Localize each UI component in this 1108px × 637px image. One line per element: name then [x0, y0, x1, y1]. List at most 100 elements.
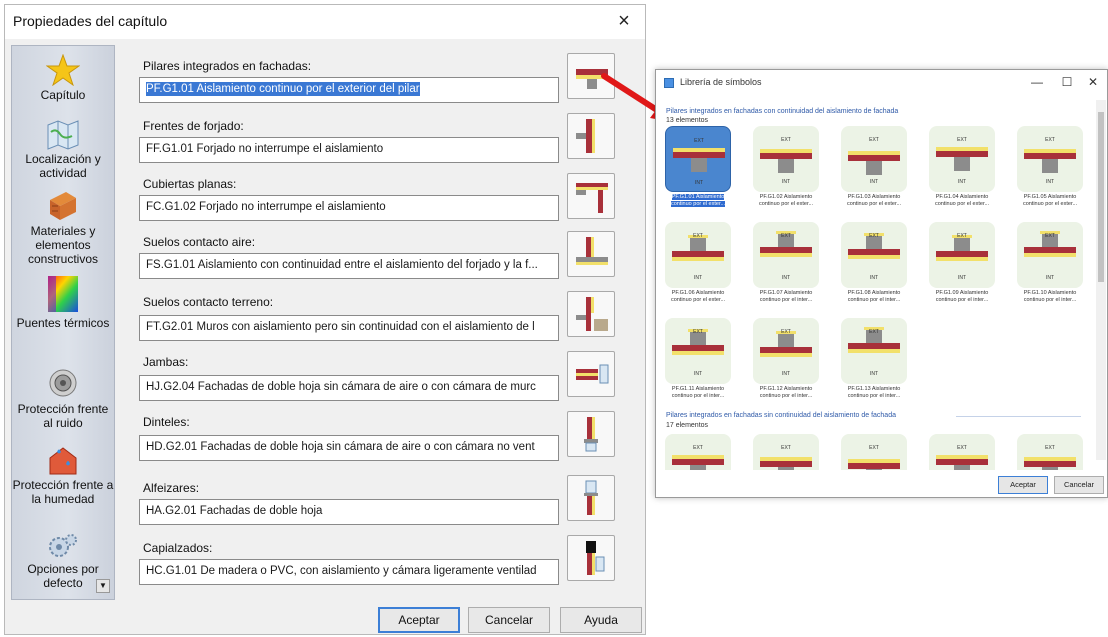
symbol-tile[interactable]: EXT INT PF.G1.08 Aislamiento continuo por e… — [838, 222, 910, 303]
symbol-tile[interactable]: EXT INT — [662, 434, 734, 470]
ok-button[interactable]: Aceptar — [378, 607, 460, 633]
field-dinteles[interactable]: HD.G2.01 Fachadas de doble hoja sin cáma… — [139, 435, 559, 461]
field-pilares[interactable]: PF.G1.01 Aislamiento continuo por el ext… — [139, 77, 559, 103]
svg-text:EXT: EXT — [694, 138, 704, 144]
symbol-tile[interactable]: EXT INT — [1014, 434, 1086, 470]
field-label-suelos-terreno: Suelos contacto terreno: — [143, 295, 274, 309]
symbol-tile[interactable]: EXT INT PF.G1.13 Aislamiento continuo por e… — [838, 318, 910, 399]
symbol-tile[interactable]: EXT INT PF.G1.11 Aislamiento continuo por e… — [662, 318, 734, 399]
svg-text:EXT: EXT — [869, 445, 879, 451]
symbol-label-line1: PF.G1.04 Aislamiento — [935, 194, 989, 200]
svg-text:EXT: EXT — [1045, 233, 1055, 239]
svg-text:INT: INT — [870, 179, 878, 185]
symbol-tile[interactable]: EXT INT PF.G1.04 Aislamiento continuo por e… — [926, 126, 998, 207]
library-cancel-button[interactable]: Cancelar — [1054, 476, 1104, 494]
field-label-jambas: Jambas: — [143, 355, 189, 369]
symbol-label: PF.G1.08 Aislamiento continuo por el inte… — [838, 290, 910, 303]
symbol-button-dinteles[interactable] — [567, 411, 615, 457]
roller-box-symbol-icon — [586, 541, 605, 575]
symbol-tile[interactable]: EXT INT — [750, 434, 822, 470]
symbol-button-alfeizares[interactable] — [567, 475, 615, 521]
sidebar-item-materiales[interactable]: Materiales y elementos constructivos — [12, 190, 114, 266]
symbol-tile[interactable]: EXT INT — [926, 434, 998, 470]
help-button[interactable]: Ayuda — [560, 607, 642, 633]
library-scrollbar[interactable] — [1096, 100, 1106, 460]
close-icon[interactable]: ✕ — [1083, 73, 1103, 91]
sidebar-item-label: Protección frente a la humedad — [12, 478, 114, 506]
symbol-label: PF.G1.04 Aislamiento continuo por el exte… — [926, 194, 998, 207]
sidebar-item-label: Puentes térmicos — [16, 316, 110, 330]
sidebar-item-puentes-termicos[interactable]: Puentes térmicos — [12, 274, 114, 330]
symbol-tile[interactable]: EXT INT PF.G1.07 Aislamiento continuo por e… — [750, 222, 822, 303]
symbol-label: PF.G1.06 Aislamiento continuo por el exte… — [662, 290, 734, 303]
symbol-thumbnail: EXT INT — [929, 434, 995, 470]
sidebar-item-localizacion[interactable]: Localización y actividad — [12, 120, 114, 180]
symbol-thumbnail: EXT INT — [929, 222, 995, 288]
cancel-button[interactable]: Cancelar — [468, 607, 550, 633]
field-label-alfeizares: Alfeizares: — [143, 481, 200, 495]
symbol-tile[interactable]: EXT INT — [838, 434, 910, 470]
bricks-icon — [50, 192, 76, 220]
field-suelos-terreno[interactable]: FT.G2.01 Muros con aislamiento pero sin … — [139, 315, 559, 341]
symbol-button-suelos-aire[interactable] — [567, 231, 615, 277]
symbol-label: PF.G1.11 Aislamiento continuo por el inte… — [662, 386, 734, 399]
symbol-tile[interactable]: EXT INT PF.G1.01 Aislamiento continuo por e… — [662, 126, 734, 207]
symbol-tile[interactable]: EXT INT PF.G1.02 Aislamiento continuo por e… — [750, 126, 822, 207]
library-title: Librería de símbolos — [680, 77, 762, 87]
minimize-icon[interactable]: — — [1027, 73, 1047, 91]
field-cubiertas-planas[interactable]: FC.G1.02 Forjado no interrumpe el aislam… — [139, 195, 559, 221]
svg-text:EXT: EXT — [957, 445, 967, 451]
svg-text:EXT: EXT — [869, 329, 879, 335]
pillar-symbol-icon: EXTINT — [1024, 137, 1076, 185]
symbol-label-line2: continuo por el exter... — [1022, 200, 1078, 207]
symbol-label-line2: continuo por el exter... — [670, 200, 726, 207]
field-jambas[interactable]: HJ.G2.04 Fachadas de doble hoja sin cáma… — [139, 375, 559, 401]
svg-text:INT: INT — [1046, 275, 1054, 281]
scrollbar-thumb[interactable] — [1098, 112, 1104, 282]
symbol-button-suelos-terreno[interactable] — [567, 291, 615, 337]
symbol-thumbnail: EXT INT — [841, 126, 907, 192]
symbol-tile[interactable]: EXT INT PF.G1.06 Aislamiento continuo por e… — [662, 222, 734, 303]
library-app-icon — [664, 78, 674, 88]
close-icon[interactable]: × — [611, 9, 637, 35]
symbol-thumbnail: EXT INT — [665, 318, 731, 384]
symbol-button-capialzados[interactable] — [567, 535, 615, 581]
symbol-label-line2: continuo por el inter... — [935, 296, 989, 303]
symbol-button-cubiertas[interactable] — [567, 173, 615, 219]
symbol-label: PF.G1.13 Aislamiento continuo por el inte… — [838, 386, 910, 399]
svg-text:INT: INT — [782, 179, 790, 185]
sidebar-item-ruido[interactable]: Protección frente al ruido — [12, 366, 114, 430]
sill-symbol-icon — [584, 480, 598, 515]
symbol-tile[interactable]: EXT INT PF.G1.03 Aislamiento continuo por e… — [838, 126, 910, 207]
field-frentes-forjado[interactable]: FF.G1.01 Forjado no interrumpe el aislam… — [139, 137, 559, 163]
settings-gears-icon — [49, 534, 77, 557]
svg-text:EXT: EXT — [957, 137, 967, 143]
symbol-tile[interactable]: EXT INT PF.G1.05 Aislamiento continuo por e… — [1014, 126, 1086, 207]
pillar-symbol-icon: EXTINT — [936, 137, 988, 185]
sidebar: Capítulo Localización y actividad Materi… — [11, 45, 115, 600]
svg-text:EXT: EXT — [781, 137, 791, 143]
pillar-symbol-icon: EXTINT — [936, 445, 988, 470]
symbol-library-window: Librería de símbolos — ☐ ✕ Pilares integ… — [655, 69, 1108, 498]
field-capialzados[interactable]: HC.G1.01 De madera o PVC, con aislamient… — [139, 559, 559, 585]
sidebar-item-humedad[interactable]: Protección frente a la humedad — [12, 444, 114, 506]
symbol-label: PF.G1.05 Aislamiento continuo por el exte… — [1014, 194, 1086, 207]
symbol-thumbnail: EXT INT — [841, 434, 907, 470]
field-alfeizares[interactable]: HA.G2.01 Fachadas de doble hoja — [139, 499, 559, 525]
library-ok-button[interactable]: Aceptar — [998, 476, 1048, 494]
symbol-tile[interactable]: EXT INT PF.G1.12 Aislamiento continuo por e… — [750, 318, 822, 399]
group-title-continuous: Pilares integrados en fachadas con conti… — [666, 108, 899, 115]
symbol-tile[interactable]: EXT INT PF.G1.10 Aislamiento continuo por e… — [1014, 222, 1086, 303]
svg-text:INT: INT — [695, 180, 703, 186]
symbol-thumbnail: EXT INT — [753, 318, 819, 384]
symbol-thumbnail: EXT INT — [1017, 434, 1083, 470]
floor-air-symbol-icon — [576, 237, 608, 265]
star-icon — [46, 54, 80, 86]
symbol-button-jambas[interactable] — [567, 351, 615, 397]
sidebar-item-capitulo[interactable]: Capítulo — [12, 54, 114, 102]
maximize-icon[interactable]: ☐ — [1057, 73, 1077, 91]
chevron-down-icon[interactable]: ▼ — [96, 579, 110, 593]
symbol-label-line1: PF.G1.03 Aislamiento — [847, 194, 901, 200]
field-suelos-aire[interactable]: FS.G1.01 Aislamiento con continuidad ent… — [139, 253, 559, 279]
symbol-tile[interactable]: EXT INT PF.G1.09 Aislamiento continuo por e… — [926, 222, 998, 303]
